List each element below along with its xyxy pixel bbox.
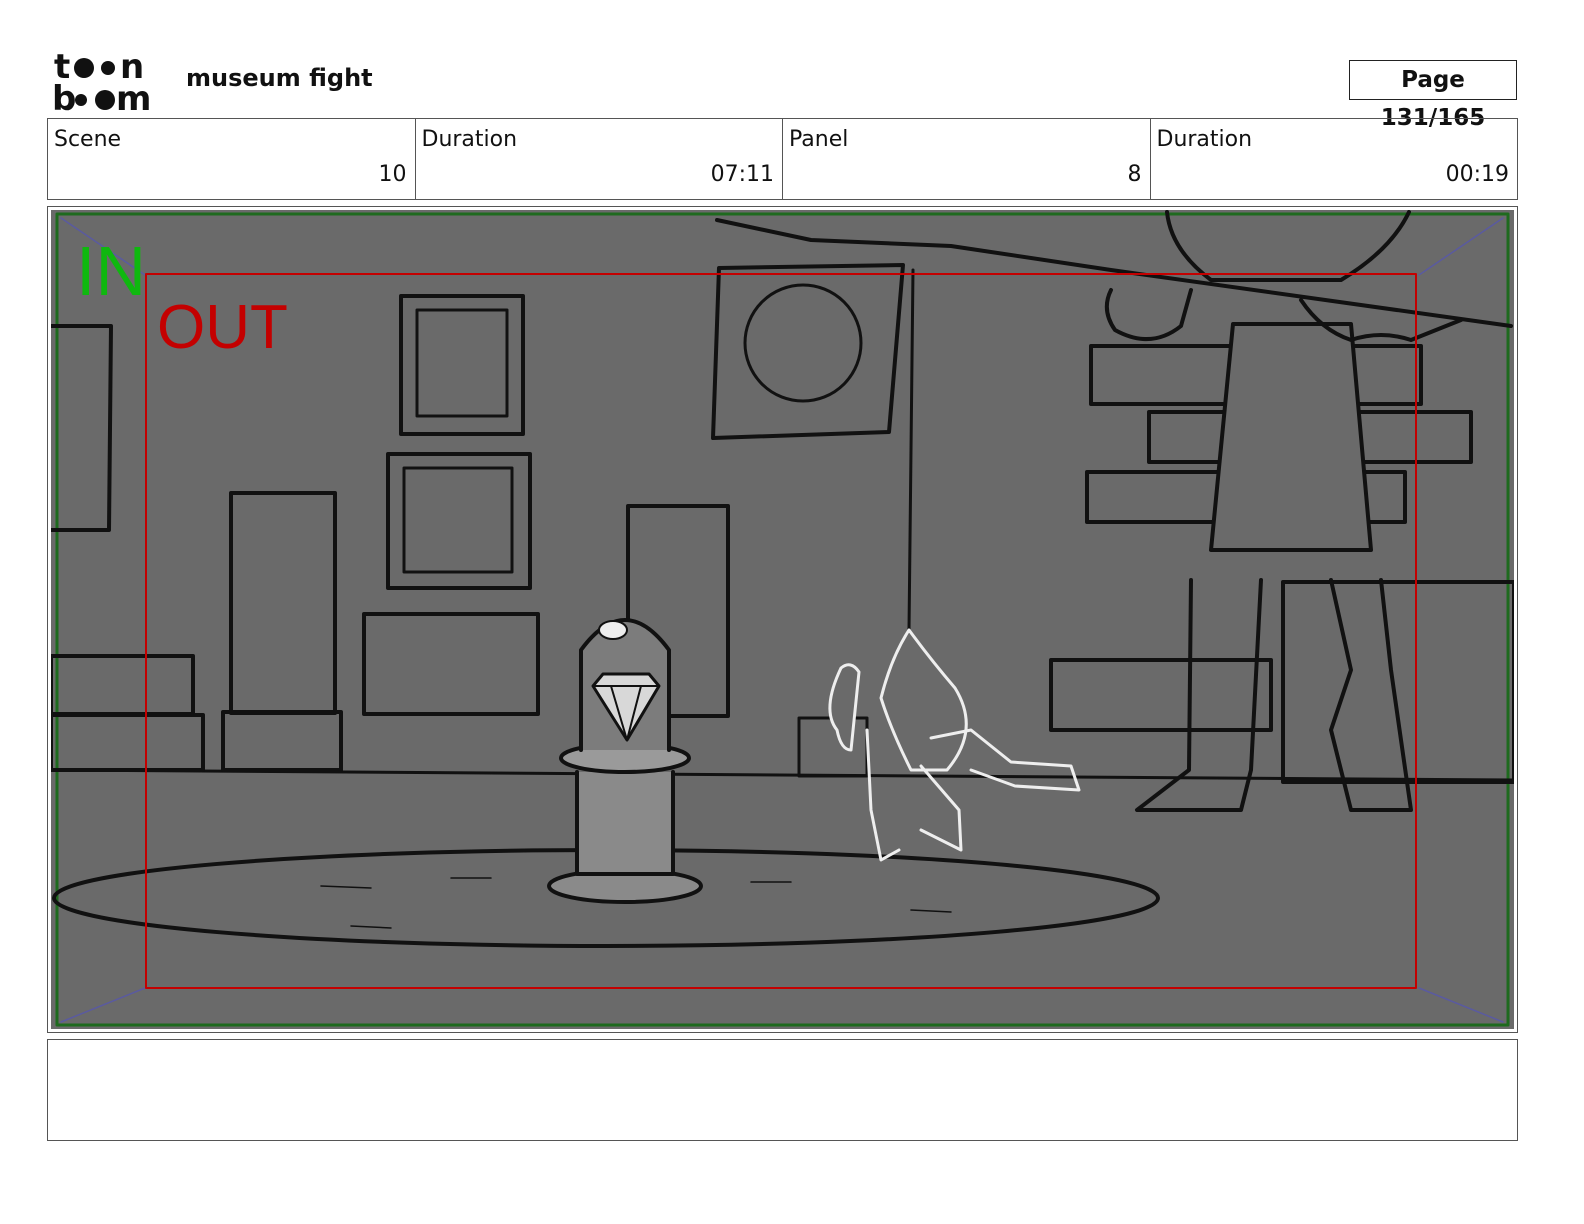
thief-figure <box>828 628 1081 862</box>
panel-label: Panel <box>789 127 849 152</box>
svg-text:b: b <box>52 79 76 116</box>
scene-duration-value: 07:11 <box>710 162 774 187</box>
scene-value: 10 <box>378 162 407 187</box>
scene-duration-cell: Duration 07:11 <box>416 119 783 199</box>
toon-boom-logo: t n b m <box>50 47 168 119</box>
scene-cell: Scene 10 <box>48 119 416 199</box>
caption-box <box>47 1039 1518 1141</box>
scene-label: Scene <box>54 127 122 152</box>
svg-text:m: m <box>116 79 151 116</box>
page-number: Page 131/165 <box>1349 60 1517 131</box>
out-field-label: OUT <box>157 293 288 362</box>
panel-info-table: Scene 10 Duration 07:11 Panel 8 Duration… <box>47 118 1518 200</box>
panel-value: 8 <box>1127 162 1142 187</box>
project-title: museum fight <box>186 64 373 92</box>
panel-duration-cell: Duration 00:19 <box>1151 119 1518 199</box>
in-field-label: IN <box>76 232 146 310</box>
panel-duration-value: 00:19 <box>1445 162 1509 187</box>
scene-duration-label: Duration <box>421 127 518 152</box>
panel-duration-label: Duration <box>1156 127 1253 152</box>
panel-cell: Panel 8 <box>783 119 1151 199</box>
